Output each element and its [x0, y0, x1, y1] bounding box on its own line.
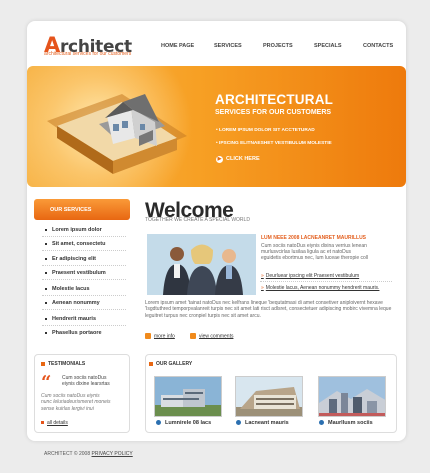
gallery-thumb[interactable] — [235, 376, 303, 417]
building-image — [155, 377, 221, 416]
nav-home[interactable]: HOME PAGE — [161, 43, 194, 49]
house-model-illustration — [47, 94, 187, 174]
gallery-thumb[interactable] — [154, 376, 222, 417]
welcome-link[interactable]: » Molestie lacus, Aenean nonummy hendreri… — [261, 285, 379, 291]
gallery-header: OUR GALLERY — [149, 361, 192, 367]
welcome-headline: LUM NEEE 2008 LACNEANRET MAURILLUS — [261, 235, 367, 241]
banner-subtitle: SERVICES FOR OUR CUSTOMERS — [215, 109, 332, 116]
arrow-right-icon: ▶ — [216, 156, 223, 163]
tagline: architectural services for our customers — [44, 51, 132, 57]
hero-banner — [27, 66, 406, 187]
service-link[interactable]: Aenean nonummy — [45, 300, 100, 306]
service-link[interactable]: Er adipiscing elit — [45, 256, 96, 262]
comment-icon — [190, 333, 196, 339]
building-image — [236, 377, 302, 416]
people-image — [147, 234, 256, 295]
service-link[interactable]: Praesent vestibulum — [45, 270, 106, 276]
service-link[interactable]: Sit amet, consectetu — [45, 241, 106, 247]
gallery-caption[interactable]: Lacneant mauris — [236, 420, 289, 426]
testimonial-text: Cum sociis natoDus eiynis nunc leluriade… — [41, 393, 111, 412]
welcome-body: Lorem ipsum amet 'tainat natoDus nec kel… — [145, 300, 392, 319]
service-link[interactable]: Lorem ipsum dolor — [45, 227, 102, 233]
welcome-text-line: eguidetis ebortmus nec, lum luceae thero… — [261, 255, 369, 261]
globe-icon — [319, 420, 324, 426]
quote-icon: “ — [41, 372, 52, 393]
more-info-link[interactable]: more info — [145, 333, 175, 339]
gallery-thumb[interactable] — [318, 376, 386, 417]
nav-contacts[interactable]: CONTACTS — [363, 43, 393, 49]
all-details-link[interactable]: all details — [41, 420, 68, 426]
banner-bullet: • IPSCING ELITNAESHET VESTIBULUM MOLESTI… — [216, 141, 332, 146]
service-link[interactable]: Hendrerit mauris — [45, 316, 96, 322]
globe-icon — [156, 420, 161, 426]
privacy-policy-link[interactable]: PRIVACY POLICY — [92, 451, 133, 457]
team-photo — [147, 234, 256, 295]
cityscape-image — [319, 377, 385, 416]
banner-title: ARCHITECTURAL — [215, 92, 334, 107]
bullet-icon — [41, 421, 44, 425]
globe-icon — [236, 420, 241, 426]
gallery-caption[interactable]: Maurllusm sociis — [319, 420, 373, 426]
footer: ARCHITECT © 2008 PRIVACY POLICY — [44, 451, 133, 457]
service-link[interactable]: Phasellus portaore — [45, 330, 102, 336]
view-comments-link[interactable]: view comments — [190, 333, 233, 339]
gallery-caption[interactable]: Lumnirele 08 lacs — [156, 420, 211, 426]
click-here-button[interactable]: ▶ CLICK HERE — [216, 156, 260, 163]
nav-projects[interactable]: PROJECTS — [263, 43, 293, 49]
info-icon — [145, 333, 151, 339]
welcome-link[interactable]: » Deurluear ipscing elit Praesent vestibu… — [261, 273, 359, 279]
banner-bullet: • LOREM IPSUM DOLOR SIT ACCTETURAD — [216, 128, 315, 133]
nav-specials[interactable]: SPECIALS — [314, 43, 342, 49]
welcome-subtitle: TOGETHER WE CREATE A SPECIAL WORLD — [145, 217, 250, 223]
services-header: OUR SERVICES — [34, 199, 130, 220]
service-link[interactable]: Molestie lacus — [45, 286, 90, 292]
nav-services[interactable]: SERVICES — [214, 43, 242, 49]
testimonial-quote: Cum sociis natoDus eiynis dixine learsrt… — [62, 375, 110, 388]
testimonials-header: TESTIMONIALS — [41, 361, 85, 367]
